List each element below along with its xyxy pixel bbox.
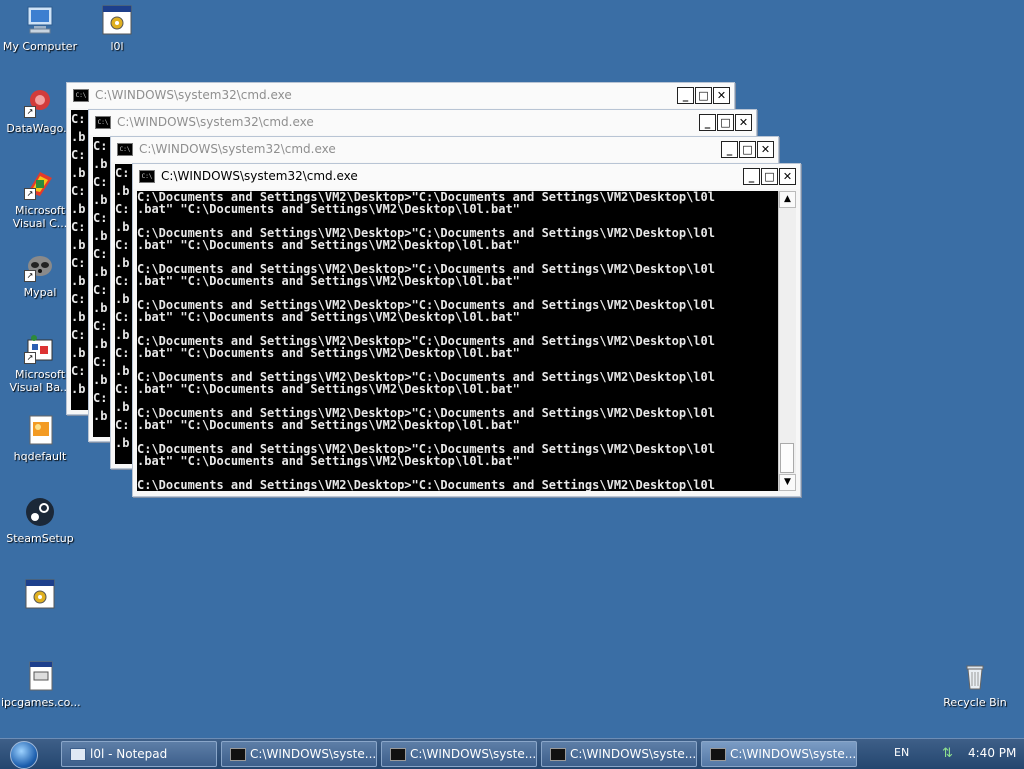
recycle-bin-icon <box>959 660 991 692</box>
shortcut-arrow-icon: ↗ <box>24 352 36 364</box>
minimize-button[interactable]: _ <box>699 114 716 131</box>
taskbar-button-cmd-2[interactable]: C:\WINDOWS\syste... <box>381 741 537 767</box>
maximize-button[interactable]: □ <box>717 114 734 131</box>
window-titlebar[interactable]: C:\ C:\WINDOWS\system32\cmd.exe _ □ ✕ <box>89 110 756 135</box>
taskbar-button-label: C:\WINDOWS\syste... <box>410 747 537 761</box>
desktop-icon-ipcgames[interactable]: ipcgames.co... <box>1 660 81 709</box>
minimize-button[interactable]: _ <box>721 141 738 158</box>
shortcut-arrow-icon: ↗ <box>24 106 36 118</box>
cmd-icon: C:\ <box>73 89 89 102</box>
cmd-icon <box>230 748 246 761</box>
desktop-icon-label: SteamSetup <box>6 532 74 545</box>
close-button[interactable]: ✕ <box>757 141 774 158</box>
vertical-scrollbar[interactable]: ▲ ▼ <box>778 191 796 491</box>
window-title: C:\WINDOWS\system32\cmd.exe <box>117 115 314 129</box>
batch-file-icon <box>24 578 56 610</box>
shortcut-arrow-icon: ↗ <box>24 270 36 282</box>
datawago-icon: ↗ <box>24 86 56 118</box>
steam-icon <box>24 496 56 528</box>
taskbar: l0l - Notepad C:\WINDOWS\syste... C:\WIN… <box>0 738 1024 769</box>
network-icon[interactable]: ⇅ <box>942 747 956 761</box>
cmd-icon: C:\ <box>117 143 133 156</box>
desktop-icon-batch[interactable] <box>1 578 79 614</box>
window-titlebar[interactable]: C:\ C:\WINDOWS\system32\cmd.exe _ □ ✕ <box>133 164 800 189</box>
close-button[interactable]: ✕ <box>779 168 796 185</box>
notepad-icon <box>70 748 86 761</box>
window-title: C:\WINDOWS\system32\cmd.exe <box>95 88 292 102</box>
cmd-icon <box>710 748 726 761</box>
minimize-button[interactable]: _ <box>677 87 694 104</box>
window-titlebar[interactable]: C:\ C:\WINDOWS\system32\cmd.exe _ □ ✕ <box>67 83 734 108</box>
console-output[interactable]: C:\Documents and Settings\VM2\Desktop>"C… <box>137 191 778 491</box>
window-title: C:\WINDOWS\system32\cmd.exe <box>139 142 336 156</box>
taskbar-button-cmd-4[interactable]: C:\WINDOWS\syste... <box>701 741 857 767</box>
start-button[interactable] <box>4 740 44 769</box>
image-file-icon <box>24 414 56 446</box>
taskbar-button-cmd-3[interactable]: C:\WINDOWS\syste... <box>541 741 697 767</box>
taskbar-button-label: l0l - Notepad <box>90 747 168 761</box>
desktop-icon-label: ipcgames.co... <box>1 696 81 709</box>
visual-c-icon: ↗ <box>24 168 56 200</box>
taskbar-button-label: C:\WINDOWS\syste... <box>570 747 697 761</box>
close-button[interactable]: ✕ <box>735 114 752 131</box>
maximize-button[interactable]: □ <box>761 168 778 185</box>
scroll-up-button[interactable]: ▲ <box>779 191 796 208</box>
taskbar-button-notepad[interactable]: l0l - Notepad <box>61 741 217 767</box>
desktop-icon-recycle-bin[interactable]: Recycle Bin <box>936 660 1014 709</box>
document-icon <box>24 660 56 692</box>
minimize-button[interactable]: _ <box>743 168 760 185</box>
taskbar-button-label: C:\WINDOWS\syste... <box>730 747 857 761</box>
shortcut-arrow-icon: ↗ <box>24 188 36 200</box>
taskbar-button-cmd-1[interactable]: C:\WINDOWS\syste... <box>221 741 377 767</box>
close-button[interactable]: ✕ <box>713 87 730 104</box>
scroll-down-button[interactable]: ▼ <box>779 474 796 491</box>
system-tray: EN ⇅ 4:40 PM <box>864 739 1024 769</box>
batch-file-icon <box>101 4 133 36</box>
taskbar-button-label: C:\WINDOWS\syste... <box>250 747 377 761</box>
raccoon-icon: ↗ <box>24 250 56 282</box>
desktop-icon-my-computer[interactable]: My Computer <box>1 4 79 53</box>
maximize-button[interactable]: □ <box>739 141 756 158</box>
cmd-window-active[interactable]: C:\ C:\WINDOWS\system32\cmd.exe _ □ ✕ C:\D… <box>132 163 801 497</box>
computer-icon <box>24 4 56 36</box>
scroll-thumb[interactable] <box>780 443 794 473</box>
window-title: C:\WINDOWS\system32\cmd.exe <box>161 169 358 183</box>
desktop-icon-label: Recycle Bin <box>943 696 1007 709</box>
language-indicator[interactable]: EN <box>894 746 909 759</box>
cmd-icon: C:\ <box>139 170 155 183</box>
desktop-icon-lol[interactable]: l0l <box>78 4 156 53</box>
visual-basic-icon: ↗ <box>24 332 56 364</box>
cmd-icon <box>550 748 566 761</box>
window-titlebar[interactable]: C:\ C:\WINDOWS\system32\cmd.exe _ □ ✕ <box>111 137 778 162</box>
desktop-icon-label: My Computer <box>2 40 78 53</box>
desktop-icon-label: hqdefault <box>13 450 67 463</box>
cmd-icon <box>390 748 406 761</box>
windows-orb-icon <box>10 741 38 769</box>
desktop-icon-steamsetup[interactable]: SteamSetup <box>1 496 79 545</box>
cmd-icon: C:\ <box>95 116 111 129</box>
desktop-icon-label: l0l <box>110 40 124 53</box>
clock[interactable]: 4:40 PM <box>968 746 1016 760</box>
desktop-icon-hqdefault[interactable]: hqdefault <box>1 414 79 463</box>
maximize-button[interactable]: □ <box>695 87 712 104</box>
